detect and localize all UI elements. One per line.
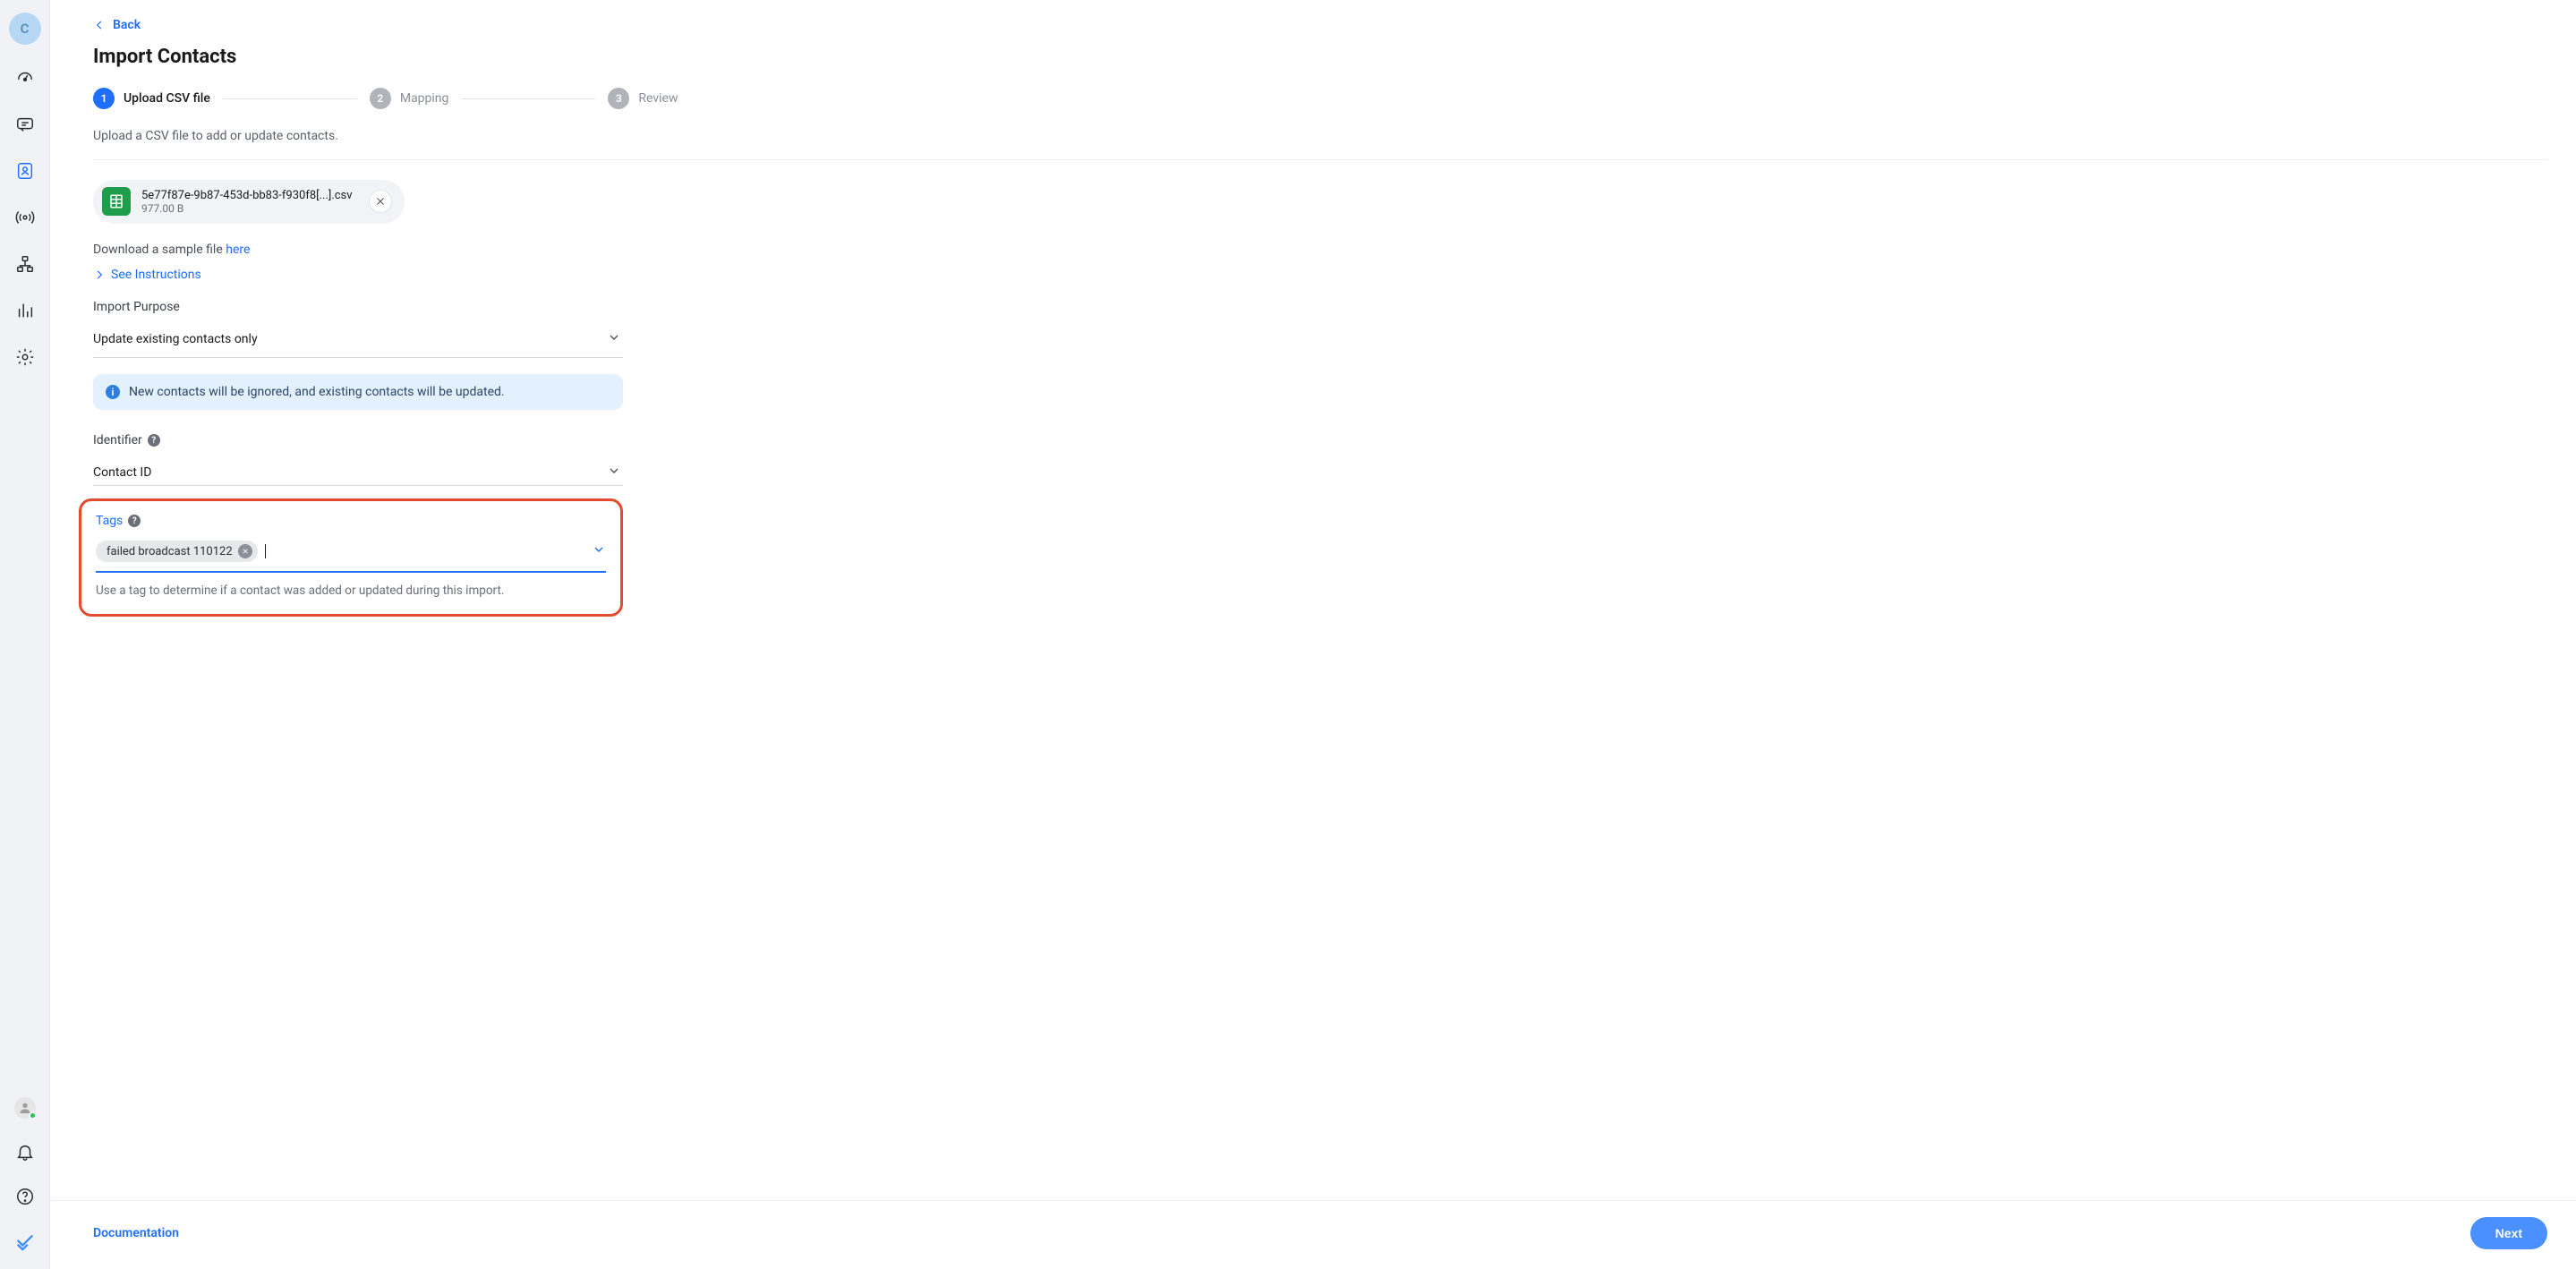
messages-icon[interactable]	[13, 113, 37, 136]
step-number: 2	[370, 88, 391, 109]
contacts-icon[interactable]	[13, 159, 37, 183]
step-number: 1	[93, 88, 115, 109]
import-purpose-label: Import Purpose	[93, 300, 623, 314]
purpose-info-text: New contacts will be ignored, and existi…	[129, 385, 505, 399]
purpose-info-banner: i New contacts will be ignored, and exis…	[93, 374, 623, 410]
instructions-label: See Instructions	[111, 268, 201, 282]
documentation-link[interactable]: Documentation	[93, 1226, 179, 1240]
stepper: 1 Upload CSV file 2 Mapping 3 Review	[93, 88, 2547, 109]
tags-section-highlighted: Tags ? failed broadcast 110122	[79, 498, 623, 617]
tags-help-text: Use a tag to determine if a contact was …	[96, 583, 606, 598]
step-label: Upload CSV file	[124, 91, 210, 106]
step-label: Mapping	[400, 91, 449, 106]
uploaded-file-chip: 5e77f87e-9b87-453d-bb83-f930f8[...].csv …	[93, 180, 405, 223]
workspace-avatar[interactable]: C	[9, 13, 41, 45]
info-icon: i	[106, 385, 120, 399]
remove-file-button[interactable]	[369, 190, 392, 213]
help-icon[interactable]	[13, 1185, 37, 1208]
tags-input[interactable]: failed broadcast 110122	[96, 541, 606, 573]
tags-label: Tags	[96, 514, 123, 528]
chevron-down-icon	[592, 542, 606, 560]
broadcast-icon[interactable]	[13, 206, 37, 229]
identifier-label-row: Identifier ?	[93, 433, 623, 447]
user-presence-avatar[interactable]	[14, 1097, 36, 1119]
chevron-left-icon	[93, 19, 106, 31]
form-block: Import Purpose Update existing contacts …	[93, 300, 623, 617]
tag-chip-text: failed broadcast 110122	[107, 545, 233, 558]
step-divider	[223, 98, 357, 99]
footer: Documentation Next	[50, 1200, 2576, 1269]
workflows-icon[interactable]	[13, 252, 37, 276]
tags-help-icon[interactable]: ?	[128, 515, 141, 527]
chevron-down-icon	[607, 464, 621, 481]
identifier-label: Identifier	[93, 433, 142, 447]
notifications-icon[interactable]	[13, 1140, 37, 1163]
upload-description: Upload a CSV file to add or update conta…	[93, 129, 2547, 143]
sidebar: C	[0, 0, 49, 1269]
see-instructions-link[interactable]: See Instructions	[93, 268, 201, 282]
identifier-help-icon[interactable]: ?	[148, 434, 160, 447]
back-label: Back	[113, 18, 141, 32]
import-purpose-value: Update existing contacts only	[93, 332, 258, 346]
brand-logo-icon[interactable]	[13, 1230, 37, 1253]
import-purpose-select[interactable]: Update existing contacts only	[93, 323, 623, 358]
reports-icon[interactable]	[13, 299, 37, 322]
step-label: Review	[638, 91, 678, 106]
step-review[interactable]: 3 Review	[608, 88, 678, 109]
text-cursor	[265, 544, 266, 558]
divider	[93, 159, 2547, 160]
main: Back Import Contacts 1 Upload CSV file 2…	[49, 0, 2576, 1269]
sidebar-nav	[0, 66, 49, 369]
presence-online-dot	[29, 1111, 37, 1120]
step-divider	[461, 98, 595, 99]
close-icon	[242, 548, 249, 555]
identifier-value: Contact ID	[93, 465, 151, 480]
remove-tag-button[interactable]	[238, 544, 252, 558]
spreadsheet-icon	[102, 187, 131, 216]
step-number: 3	[608, 88, 629, 109]
chevron-down-icon	[607, 330, 621, 348]
sample-file-line: Download a sample file here	[93, 243, 2547, 257]
step-upload[interactable]: 1 Upload CSV file	[93, 88, 210, 109]
tag-chip: failed broadcast 110122	[96, 541, 258, 562]
identifier-select[interactable]: Contact ID	[93, 456, 623, 486]
tags-label-row: Tags ?	[96, 514, 606, 528]
file-meta: 5e77f87e-9b87-453d-bb83-f930f8[...].csv …	[141, 189, 353, 215]
sample-prefix: Download a sample file	[93, 243, 226, 257]
sample-file-link[interactable]: here	[226, 243, 250, 257]
page-title: Import Contacts	[93, 46, 2547, 68]
next-button[interactable]: Next	[2470, 1217, 2547, 1249]
settings-icon[interactable]	[13, 345, 37, 369]
step-mapping[interactable]: 2 Mapping	[370, 88, 449, 109]
content: Back Import Contacts 1 Upload CSV file 2…	[50, 0, 2576, 1200]
chevron-right-icon	[93, 268, 106, 281]
file-name: 5e77f87e-9b87-453d-bb83-f930f8[...].csv	[141, 189, 353, 202]
dashboard-icon[interactable]	[13, 66, 37, 89]
close-icon	[375, 196, 386, 207]
sidebar-bottom	[13, 1097, 37, 1269]
tags-chips: failed broadcast 110122	[96, 541, 266, 562]
file-size: 977.00 B	[141, 202, 353, 215]
back-button[interactable]: Back	[93, 18, 141, 32]
